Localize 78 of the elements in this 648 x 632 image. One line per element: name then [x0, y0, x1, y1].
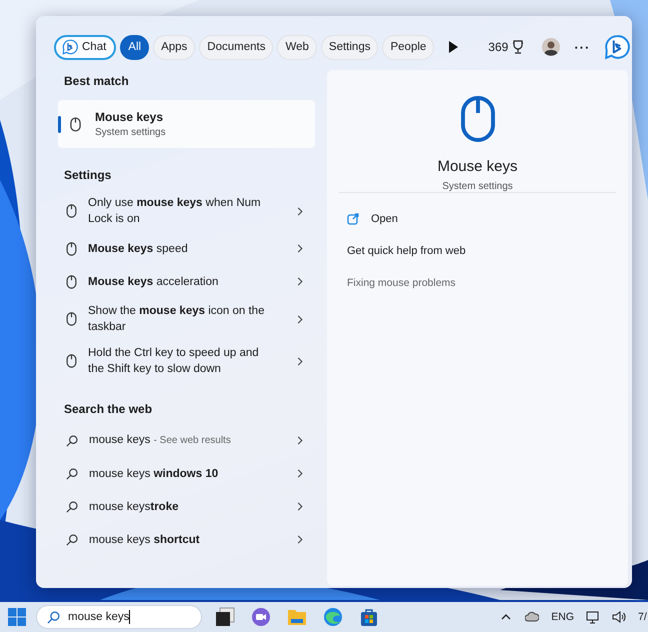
result-text: mouse keys shortcut — [89, 532, 201, 548]
result-text: mouse keys - See web results — [89, 433, 232, 448]
preview-subtitle: System settings — [442, 181, 513, 192]
avatar-icon[interactable] — [542, 38, 560, 56]
search-icon — [66, 434, 78, 446]
open-icon — [347, 213, 359, 225]
bing-icon[interactable] — [62, 39, 78, 55]
result-text: Show the mouse keys icon on the taskbar — [88, 304, 266, 335]
best-match-item[interactable]: Mouse keys System settings — [58, 100, 315, 148]
filter-tab[interactable]: Settings — [320, 34, 378, 60]
windows-logo-icon[interactable] — [6, 606, 28, 628]
result-subtitle: System settings — [95, 127, 166, 138]
more-button[interactable]: ··· — [574, 40, 590, 54]
open-link[interactable]: Open — [347, 203, 628, 235]
result-item[interactable]: mouse keys windows 10 — [56, 457, 315, 490]
search-field[interactable]: mouse keys — [36, 605, 202, 629]
result-text: Only use mouse keys when Num Lock is on — [88, 196, 262, 227]
result-item[interactable]: mouse keystroke — [56, 490, 315, 523]
search-icon — [47, 610, 60, 624]
cloud-icon[interactable] — [525, 610, 540, 624]
result-item[interactable]: Mouse keys speed — [56, 232, 315, 265]
chevron-icon — [297, 502, 303, 511]
chevron-icon — [297, 244, 303, 253]
search-icon — [66, 534, 78, 546]
result-title: Mouse keys — [95, 110, 164, 124]
filter-tab[interactable]: All — [120, 34, 150, 60]
section-heading: Settings — [63, 167, 112, 184]
search-icon — [66, 500, 78, 512]
result-item[interactable]: mouse keys shortcut — [56, 523, 315, 556]
help-link[interactable]: Fixing mouse problems — [347, 267, 628, 299]
result-text: Hold the Ctrl key to speed up and the Shift key to slow down — [88, 346, 260, 377]
selection-indicator — [58, 116, 61, 133]
mouse-icon — [66, 312, 77, 326]
chevron-icon — [297, 535, 303, 544]
chevron-icon — [297, 356, 303, 366]
section-heading: Best match — [63, 73, 130, 90]
search-icon — [66, 468, 78, 480]
mouse-icon — [66, 354, 77, 368]
chat-icon[interactable] — [250, 606, 272, 628]
result-item[interactable]: Show the mouse keys icon on the taskbar — [56, 298, 315, 340]
bing-icon[interactable] — [604, 34, 630, 60]
task-view-icon[interactable] — [214, 606, 236, 628]
result-text: mouse keystroke — [89, 500, 180, 514]
chevron-icon — [297, 314, 303, 324]
trophy-icon[interactable] — [512, 40, 524, 54]
section-heading: Search the web — [63, 401, 154, 418]
filter-tab[interactable]: Chat — [54, 34, 116, 60]
mouse-icon — [70, 116, 81, 132]
filter-tab[interactable]: Web — [277, 34, 317, 60]
result-item[interactable]: Mouse keys acceleration — [56, 265, 315, 298]
speaker-icon[interactable] — [612, 610, 626, 624]
help-heading: Get quick help from web — [347, 244, 467, 259]
result-text: Mouse keys speed — [88, 242, 189, 256]
filter-tab[interactable]: People — [382, 34, 434, 60]
browser-icon[interactable] — [322, 606, 344, 628]
search-value: mouse keys — [68, 611, 130, 623]
chevron-icon — [297, 469, 303, 478]
mouse-icon — [66, 204, 77, 218]
result-text: mouse keys windows 10 — [89, 466, 220, 482]
preview-title: Mouse keys — [437, 158, 518, 175]
filter-tab[interactable]: Documents — [199, 34, 274, 60]
mouse-icon — [66, 242, 77, 256]
chevron-icon — [297, 277, 303, 286]
clock[interactable]: 7/ — [638, 611, 648, 623]
mouse-icon — [460, 94, 496, 144]
mouse-icon — [66, 274, 77, 288]
filter-tab[interactable]: Apps — [153, 34, 196, 60]
language-indicator[interactable]: ENG — [551, 611, 574, 623]
chevron-icon — [297, 436, 303, 445]
play-icon[interactable] — [448, 41, 458, 53]
rewards-points: 369 — [488, 40, 508, 54]
result-text: Mouse keys acceleration — [88, 274, 220, 290]
chevron-icon — [297, 206, 303, 216]
result-item[interactable]: Only use mouse keys when Num Lock is on — [56, 190, 315, 232]
monitor-icon[interactable] — [586, 610, 600, 624]
open-label: Open — [371, 213, 398, 225]
result-item[interactable]: mouse keys - See web results — [56, 424, 315, 457]
result-item[interactable]: Hold the Ctrl key to speed up and the Shift key to slow down — [56, 340, 315, 382]
